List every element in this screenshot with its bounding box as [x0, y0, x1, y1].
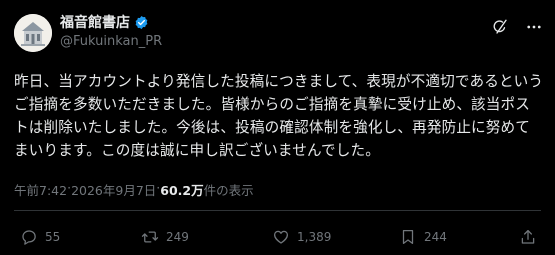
post-time[interactable]: 午前7:42 [14, 180, 67, 199]
divider [14, 210, 541, 211]
like-button[interactable]: 1,389 [272, 228, 331, 246]
like-count: 1,389 [297, 230, 332, 244]
publisher-logo-icon [14, 14, 52, 52]
repost-count: 249 [166, 230, 189, 244]
bookmark-icon [402, 229, 414, 245]
repost-icon [141, 231, 159, 243]
post-text: 昨日、当アカウントより発信した投稿につきまして、表現が不適切であるというご指摘を… [14, 73, 544, 159]
bookmark-count: 244 [424, 230, 447, 244]
share-button[interactable] [519, 228, 537, 246]
avatar[interactable] [14, 14, 52, 52]
bookmark-button[interactable]: 244 [399, 228, 447, 246]
views-label: 件の表示 [203, 183, 254, 198]
views-count: 60.2万 [160, 183, 204, 198]
post-meta: 午前7:42 · 2026年9月7日 · 60.2万 件の表示 [14, 180, 254, 199]
top-actions [491, 18, 543, 36]
like-icon [273, 230, 289, 244]
reply-icon [22, 230, 36, 245]
more-icon[interactable] [525, 18, 543, 36]
repost-button[interactable]: 249 [141, 228, 189, 246]
verified-badge-icon[interactable] [134, 15, 149, 30]
grok-icon[interactable] [491, 18, 509, 36]
action-bar: 55 249 1,389 244 [14, 228, 541, 248]
reply-button[interactable]: 55 [20, 228, 60, 246]
post-date[interactable]: 2026年9月7日 [71, 180, 156, 199]
account-handle[interactable]: @Fukuinkan_PR [60, 34, 162, 49]
share-icon [521, 229, 535, 244]
display-name[interactable]: 福音館書店 [60, 12, 130, 32]
reply-count: 55 [45, 230, 61, 244]
author-name-row: 福音館書店 [60, 12, 149, 32]
